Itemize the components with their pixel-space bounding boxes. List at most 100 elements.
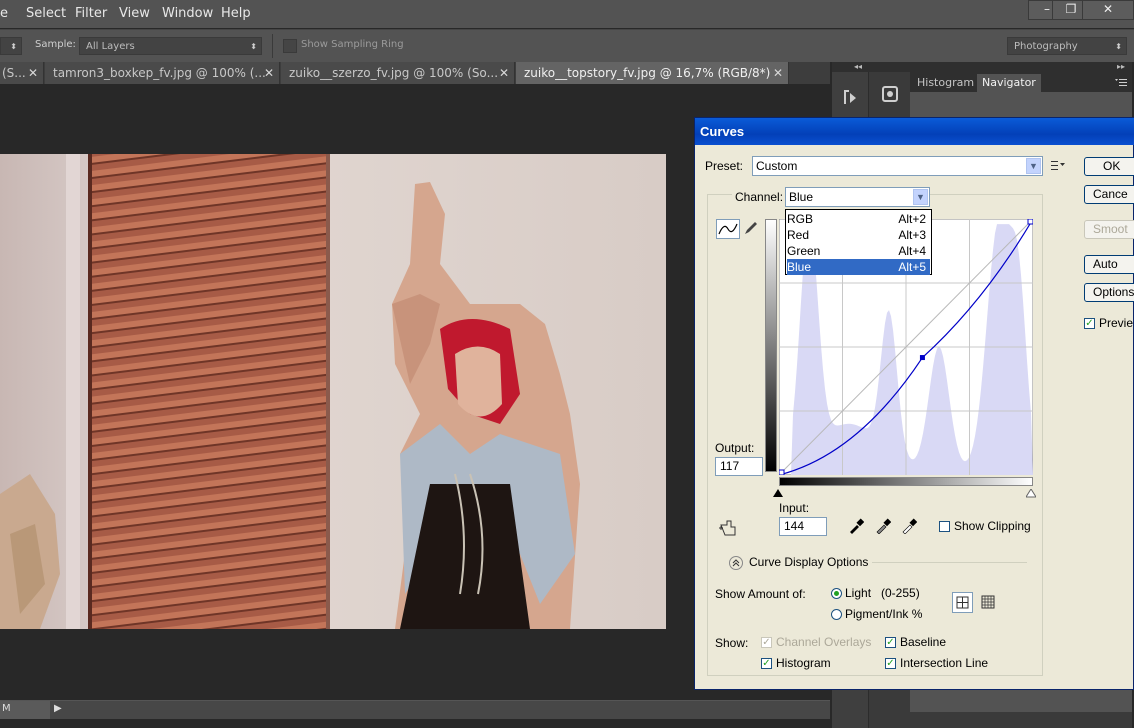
curve-point-start xyxy=(779,469,785,475)
curve-point-selected xyxy=(919,355,925,361)
preset-select[interactable]: Custom ▼ xyxy=(752,156,1043,176)
menu-bar: e Select Filter View Window Help – ❐ ✕ xyxy=(0,0,1134,28)
channel-option-red[interactable]: Red Alt+3 xyxy=(787,227,930,243)
collapse-options-icon[interactable] xyxy=(729,556,743,570)
preset-value: Custom xyxy=(756,159,798,173)
cancel-button[interactable]: Cance xyxy=(1084,185,1134,204)
dialog-title: Curves xyxy=(700,124,745,139)
output-gradient-bar xyxy=(765,219,777,472)
pigment-radio[interactable] xyxy=(831,609,842,620)
white-point-slider[interactable] xyxy=(1025,487,1037,498)
preset-options-icon[interactable] xyxy=(1051,160,1065,172)
expand-icon[interactable]: ▸▸ xyxy=(1117,62,1125,71)
close-button[interactable]: ✕ xyxy=(1082,0,1134,20)
tool-preset-select[interactable]: ⬍ xyxy=(0,37,22,55)
tab-document-2[interactable]: tamron3_boxkep_fv.jpg @ 100% (... ✕ xyxy=(45,62,280,84)
histogram-label: Histogram xyxy=(776,656,831,670)
sampling-ring-checkbox[interactable] xyxy=(283,39,297,53)
option-shortcut: Alt+4 xyxy=(898,244,926,258)
updown-arrow-icon: ⬍ xyxy=(1115,42,1122,51)
curve-point-end xyxy=(1027,219,1033,225)
preview-label: Previe xyxy=(1099,316,1134,330)
light-label: Light xyxy=(845,586,872,600)
history-icon[interactable] xyxy=(842,88,858,106)
menu-view[interactable]: View xyxy=(119,6,150,21)
simple-grid-icon[interactable] xyxy=(952,592,973,613)
menu-select[interactable]: Select xyxy=(26,6,66,21)
sample-label: Sample: xyxy=(35,39,76,50)
close-icon[interactable]: ✕ xyxy=(264,62,274,84)
document-tab-bar: (S... ✕ tamron3_boxkep_fv.jpg @ 100% (...… xyxy=(0,62,830,84)
status-menu-arrow-icon[interactable]: ▶ xyxy=(54,703,62,714)
panel-menu-icon[interactable] xyxy=(1115,77,1127,87)
histogram-checkbox[interactable]: ✓ xyxy=(761,658,772,669)
black-point-slider[interactable] xyxy=(773,487,783,497)
curve-point-tool[interactable] xyxy=(716,219,740,239)
menu-help[interactable]: Help xyxy=(221,6,251,21)
option-shortcut: Alt+3 xyxy=(898,228,926,242)
baseline-label: Baseline xyxy=(900,635,947,649)
show-label: Show: xyxy=(715,636,749,650)
curves-dialog: Curves Preset: Custom ▼ Channel: Blue ▼ … xyxy=(694,117,1134,690)
options-button[interactable]: Options xyxy=(1084,283,1134,302)
target-adjust-hand-icon[interactable] xyxy=(719,519,739,537)
curve-display-options-label: Curve Display Options xyxy=(749,555,869,569)
channel-select[interactable]: Blue ▼ xyxy=(785,187,930,207)
input-gradient-bar xyxy=(779,477,1033,486)
input-label: Input: xyxy=(779,501,810,515)
show-clipping-checkbox[interactable] xyxy=(939,521,950,532)
pencil-icon[interactable] xyxy=(743,220,759,236)
tab-label: zuiko__topstory_fv.jpg @ 16,7% (RGB/8*) xyxy=(524,66,771,80)
output-label: Output: xyxy=(715,441,755,455)
tab-navigator[interactable]: Navigator xyxy=(977,74,1041,92)
light-radio[interactable] xyxy=(831,588,842,599)
smooth-button[interactable]: Smoot xyxy=(1084,220,1134,239)
option-shortcut: Alt+2 xyxy=(898,212,926,226)
tab-document-active[interactable]: zuiko__topstory_fv.jpg @ 16,7% (RGB/8*) ✕ xyxy=(516,62,789,84)
black-eyedropper-icon[interactable] xyxy=(848,518,865,534)
collapse-icon[interactable]: ◂◂ xyxy=(854,62,862,71)
intersection-line-checkbox[interactable]: ✓ xyxy=(885,658,896,669)
document-image[interactable] xyxy=(0,154,666,629)
ok-button[interactable]: OK xyxy=(1084,157,1134,176)
detailed-grid-icon[interactable] xyxy=(980,594,996,610)
close-icon[interactable]: ✕ xyxy=(773,62,783,84)
baseline-checkbox[interactable]: ✓ xyxy=(885,637,896,648)
tab-document-3[interactable]: zuiko__szerzo_fv.jpg @ 100% (So... ✕ xyxy=(281,62,515,84)
zoom-field[interactable]: M xyxy=(0,701,50,719)
tab-document-1[interactable]: (S... ✕ xyxy=(0,62,44,84)
workspace-select[interactable]: Photography ⬍ xyxy=(1007,37,1127,55)
channel-option-blue[interactable]: Blue Alt+5 xyxy=(787,259,930,275)
channel-value: Blue xyxy=(789,190,814,204)
close-icon[interactable]: ✕ xyxy=(499,62,509,84)
show-clipping-label: Show Clipping xyxy=(954,519,1031,533)
close-icon[interactable]: ✕ xyxy=(28,62,38,84)
divider xyxy=(272,34,273,58)
menu-file-partial[interactable]: e xyxy=(0,6,8,21)
preset-label: Preset: xyxy=(705,159,744,173)
channel-option-rgb[interactable]: RGB Alt+2 xyxy=(787,211,930,227)
properties-icon[interactable] xyxy=(880,84,900,104)
tab-label: (S... xyxy=(2,66,26,80)
show-amount-label: Show Amount of: xyxy=(715,587,806,601)
light-range-label: (0-255) xyxy=(881,586,920,600)
dialog-titlebar[interactable] xyxy=(695,118,1134,145)
gray-eyedropper-icon[interactable] xyxy=(875,518,892,535)
sample-select[interactable]: All Layers ⬍ xyxy=(79,37,262,55)
option-label: Blue xyxy=(787,260,812,274)
sampling-ring-label: Show Sampling Ring xyxy=(301,39,404,50)
menu-filter[interactable]: Filter xyxy=(75,6,107,21)
white-eyedropper-icon[interactable] xyxy=(901,518,918,535)
channel-overlays-checkbox[interactable]: ✓ xyxy=(761,637,772,648)
auto-button[interactable]: Auto xyxy=(1084,255,1134,274)
channel-option-green[interactable]: Green Alt+4 xyxy=(787,243,930,259)
menu-window[interactable]: Window xyxy=(162,6,213,21)
option-label: Red xyxy=(787,228,810,242)
option-label: Green xyxy=(787,244,821,258)
pigment-label: Pigment/Ink % xyxy=(845,607,923,621)
output-field[interactable]: 117 xyxy=(715,457,763,476)
preview-checkbox[interactable]: ✓ xyxy=(1084,318,1095,329)
chevron-down-icon: ▼ xyxy=(913,189,928,205)
tab-histogram[interactable]: Histogram xyxy=(912,74,979,92)
input-field[interactable]: 144 xyxy=(779,517,827,536)
